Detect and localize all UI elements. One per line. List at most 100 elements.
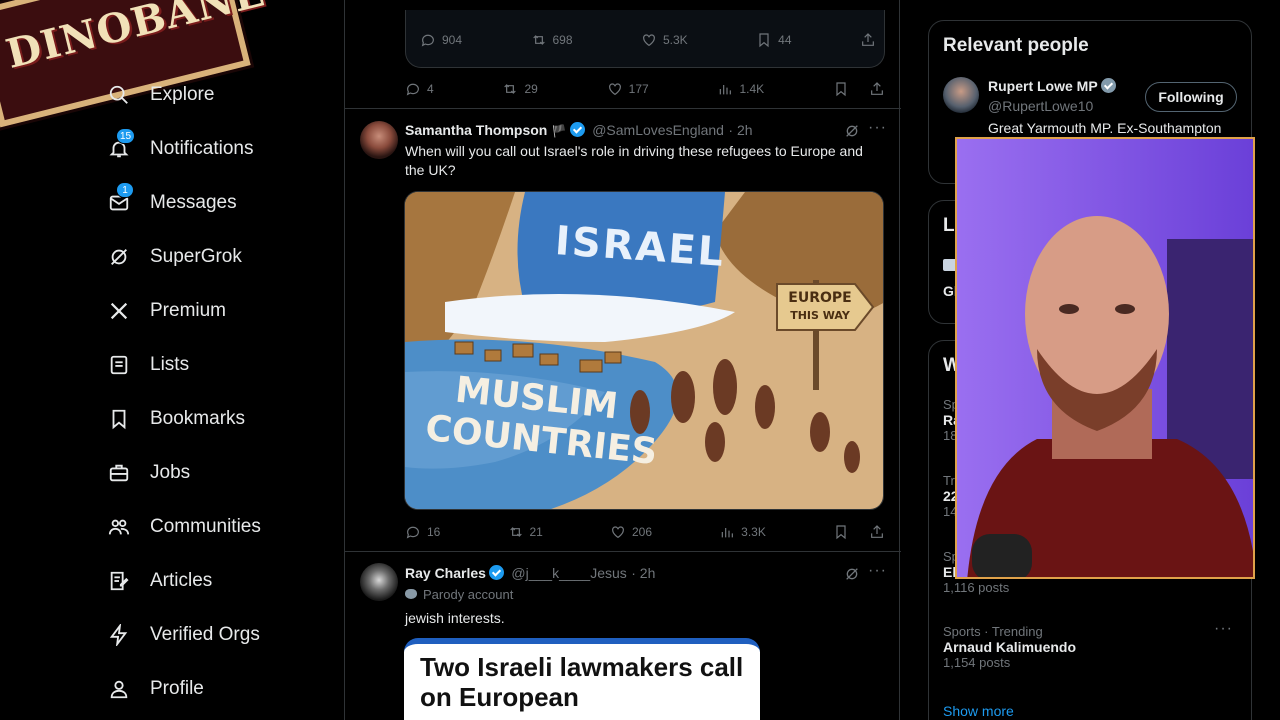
- logo-text: DINOBANE: [1, 0, 270, 78]
- views-button[interactable]: 1.4K: [717, 81, 764, 97]
- share-button[interactable]: [860, 32, 876, 48]
- more-options-icon[interactable]: ···: [1214, 620, 1233, 638]
- avatar[interactable]: [943, 77, 979, 113]
- post-text: jewish interests.: [405, 610, 505, 626]
- share-icon: [871, 525, 883, 538]
- views-count: 3.3K: [741, 525, 766, 539]
- person-icon: [106, 676, 132, 702]
- mail-icon: 1: [106, 182, 134, 216]
- author-name[interactable]: Ray Charles: [405, 565, 486, 581]
- nav-explore[interactable]: Explore: [106, 68, 336, 122]
- message-badge: 1: [116, 182, 134, 198]
- repost-icon: [504, 84, 517, 94]
- repost-button[interactable]: 21: [508, 524, 543, 540]
- nav-premium[interactable]: Premium: [106, 284, 336, 338]
- show-more-link[interactable]: Show more: [943, 703, 1014, 719]
- post-text: When will you call out Israel's role in …: [405, 143, 863, 178]
- webcam-overlay: [955, 137, 1255, 579]
- divider: [345, 551, 901, 552]
- repost-count: 698: [552, 33, 573, 47]
- nav-label: Jobs: [150, 462, 191, 483]
- share-icon: [862, 33, 874, 46]
- person-bio: Great Yarmouth MP. Ex-Southampton: [988, 120, 1222, 136]
- grok-icon[interactable]: [844, 123, 860, 139]
- nav-articles[interactable]: Articles: [106, 554, 336, 608]
- nav-label: SuperGrok: [150, 246, 242, 267]
- nav-bookmarks[interactable]: Bookmarks: [106, 392, 336, 446]
- avatar[interactable]: [360, 563, 398, 601]
- reply-count: 4: [427, 82, 434, 96]
- more-options-icon[interactable]: ···: [868, 119, 887, 137]
- bookmark-icon: [836, 82, 846, 97]
- trend-posts: 1,116 posts: [943, 580, 1010, 595]
- reply-button[interactable]: 904: [420, 32, 462, 48]
- nav-profile[interactable]: Profile: [106, 662, 336, 716]
- news-headline: Two Israeli lawmakers call on European: [420, 652, 744, 712]
- repost-button[interactable]: 698: [531, 32, 573, 48]
- nav-supergrok[interactable]: SuperGrok: [106, 230, 336, 284]
- nav-label: Communities: [150, 516, 261, 537]
- bookmark-share: [833, 524, 885, 540]
- trend-title: Arnaud Kalimuendo: [943, 639, 1077, 655]
- search-icon: [106, 82, 132, 108]
- repost-count: 29: [524, 82, 538, 96]
- bookmark-icon: [836, 525, 846, 540]
- streamer-video: [957, 139, 1253, 577]
- divider: [345, 108, 901, 109]
- avatar[interactable]: [360, 121, 398, 159]
- like-count: 5.3K: [663, 33, 688, 47]
- nav-label: Articles: [150, 570, 213, 591]
- verified-badge-icon: [488, 565, 504, 580]
- reply-button[interactable]: 4: [405, 81, 434, 97]
- post-time[interactable]: · 2h: [728, 122, 752, 138]
- like-button[interactable]: 5.3K: [641, 32, 688, 48]
- trend-posts: 1,154 posts: [943, 655, 1011, 670]
- views-button[interactable]: 3.3K: [719, 524, 766, 540]
- like-button[interactable]: 206: [610, 524, 652, 540]
- nav-notifications[interactable]: 15 Notifications: [106, 122, 336, 176]
- more-options-icon[interactable]: ···: [868, 562, 887, 580]
- author-name[interactable]: Samantha Thompson: [405, 122, 547, 138]
- like-count: 206: [632, 525, 653, 539]
- following-button[interactable]: Following: [1145, 82, 1237, 112]
- post-actions: 16 21 206 3.3K: [405, 524, 885, 540]
- nav-communities[interactable]: Communities: [106, 500, 336, 554]
- nav-verified-orgs[interactable]: Verified Orgs: [106, 608, 336, 662]
- quoted-post-card[interactable]: 904 698 5.3K 44: [405, 10, 885, 68]
- repost-button[interactable]: 29: [502, 81, 538, 97]
- post-header: Samantha Thompson 🏴 @SamLovesEngland · 2…: [405, 122, 885, 140]
- sign-line-1: EUROPE: [788, 290, 852, 306]
- reply-icon: [406, 526, 419, 539]
- views-icon: [721, 528, 734, 538]
- person-name[interactable]: Rupert Lowe MP: [988, 78, 1098, 94]
- bookmark-button[interactable]: 44: [756, 32, 792, 48]
- views-count: 1.4K: [739, 82, 765, 96]
- author-handle[interactable]: @j___k____Jesus: [511, 565, 626, 581]
- grok-icon[interactable]: [844, 566, 860, 582]
- bell-icon: 15: [106, 128, 136, 162]
- nav-label: Profile: [150, 678, 204, 699]
- grok-icon: [106, 244, 132, 270]
- bookmark-icon: [759, 33, 769, 48]
- trend-item[interactable]: Sports · Trending Arnaud Kalimuendo 1,15…: [943, 620, 1243, 670]
- nav-messages[interactable]: 1 Messages: [106, 176, 336, 230]
- sign-text: EUROPE THIS WAY: [787, 290, 853, 324]
- nav-label: Notifications: [150, 138, 254, 159]
- article-icon: [106, 568, 132, 594]
- nav-jobs[interactable]: Jobs: [106, 446, 336, 500]
- like-button[interactable]: 177: [607, 81, 649, 97]
- briefcase-icon: [106, 460, 132, 486]
- nav-label: Verified Orgs: [150, 624, 260, 645]
- bookmark-icon: [106, 406, 132, 432]
- person-handle[interactable]: @RupertLowe10: [988, 98, 1093, 114]
- nav-label: Bookmarks: [150, 408, 246, 429]
- reply-button[interactable]: 16: [405, 524, 440, 540]
- post-time[interactable]: · 2h: [631, 565, 655, 581]
- nav-label: Lists: [150, 354, 190, 375]
- post-image[interactable]: ISRAEL MUSLIM COUNTRIES EUROPE THIS WAY: [404, 191, 884, 510]
- reply-icon: [421, 34, 434, 47]
- news-headline-image[interactable]: Two Israeli lawmakers call on European: [404, 638, 760, 720]
- author-handle[interactable]: @SamLovesEngland: [592, 122, 724, 138]
- heart-icon: [608, 83, 621, 96]
- nav-lists[interactable]: Lists: [106, 338, 336, 392]
